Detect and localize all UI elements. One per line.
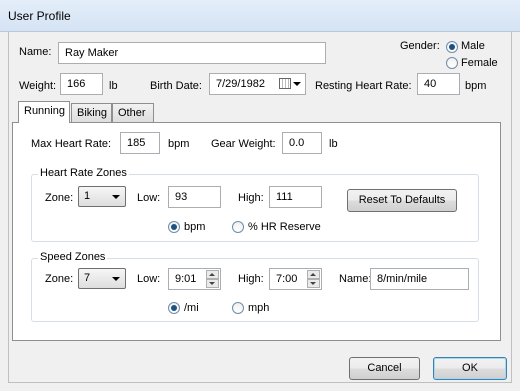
tab-biking[interactable]: Biking bbox=[71, 103, 112, 123]
heart-rate-zones-title: Heart Rate Zones bbox=[38, 167, 129, 179]
speed-unit-mph-radio[interactable] bbox=[232, 302, 244, 314]
hr-unit-reserve-radio[interactable] bbox=[232, 221, 244, 233]
gear-weight-label: Gear Weight: bbox=[211, 138, 276, 150]
gender-label: Gender: bbox=[400, 40, 440, 52]
speed-low-label: Low: bbox=[137, 273, 161, 285]
resting-hr-label: Resting Heart Rate: bbox=[315, 80, 412, 92]
weight-label: Weight: bbox=[19, 80, 57, 92]
tab-running[interactable]: Running bbox=[18, 101, 70, 123]
hr-unit-bpm-label: bpm bbox=[184, 221, 206, 233]
speed-zone-value: 7 bbox=[84, 272, 91, 284]
speed-name-field[interactable]: 8/min/mile bbox=[370, 268, 469, 290]
birth-date-picker[interactable]: 7/29/1982 bbox=[209, 73, 306, 95]
gender-male-radio[interactable] bbox=[446, 41, 458, 53]
gear-weight-field[interactable]: 0.0 bbox=[282, 132, 322, 154]
speed-high-label: High: bbox=[238, 273, 264, 285]
weight-unit: lb bbox=[109, 80, 118, 92]
speed-unit-mph-label: mph bbox=[248, 302, 270, 314]
hr-zone-label: Zone: bbox=[45, 192, 74, 204]
chevron-down-icon bbox=[112, 277, 120, 281]
speed-low-spinner[interactable] bbox=[206, 270, 219, 288]
hr-zone-value: 1 bbox=[84, 190, 91, 202]
ok-button[interactable]: OK bbox=[433, 357, 507, 380]
gender-male-label: Male bbox=[461, 40, 485, 52]
hr-high-field[interactable]: 111 bbox=[269, 186, 322, 208]
gear-weight-unit: lb bbox=[329, 138, 338, 150]
speed-low-value: 9:01 bbox=[175, 273, 197, 285]
spin-down-icon[interactable] bbox=[307, 279, 320, 288]
speed-high-value: 7:00 bbox=[276, 273, 298, 285]
speed-unit-mi-label: /mi bbox=[184, 302, 199, 314]
birth-date-label: Birth Date: bbox=[150, 80, 202, 92]
resting-hr-unit: bpm bbox=[465, 80, 487, 92]
speed-low-field[interactable]: 9:01 bbox=[168, 268, 221, 290]
resting-hr-field[interactable]: 40 bbox=[417, 73, 460, 95]
hr-high-label: High: bbox=[238, 192, 264, 204]
speed-zones-title: Speed Zones bbox=[38, 251, 108, 263]
window-title: User Profile bbox=[8, 9, 71, 23]
speed-high-field[interactable]: 7:00 bbox=[269, 268, 322, 290]
speed-zone-dropdown[interactable]: 7 bbox=[78, 268, 126, 289]
hr-low-field[interactable]: 93 bbox=[168, 186, 221, 208]
spin-up-icon[interactable] bbox=[206, 270, 219, 279]
max-hr-field[interactable]: 185 bbox=[120, 132, 160, 154]
speed-unit-mi-radio[interactable] bbox=[168, 302, 180, 314]
hr-zone-dropdown[interactable]: 1 bbox=[78, 186, 126, 207]
birth-date-value: 7/29/1982 bbox=[216, 78, 265, 90]
chevron-down-icon[interactable] bbox=[293, 82, 301, 86]
max-hr-unit: bpm bbox=[168, 138, 190, 150]
speed-high-spinner[interactable] bbox=[307, 270, 320, 288]
cancel-button[interactable]: Cancel bbox=[349, 357, 420, 380]
hr-unit-reserve-label: % HR Reserve bbox=[248, 221, 321, 233]
name-label: Name: bbox=[19, 46, 52, 58]
max-hr-label: Max Heart Rate: bbox=[31, 138, 112, 150]
speed-zone-label: Zone: bbox=[45, 273, 74, 285]
hr-low-label: Low: bbox=[137, 192, 161, 204]
reset-to-defaults-button[interactable]: Reset To Defaults bbox=[347, 189, 457, 212]
weight-field[interactable]: 166 bbox=[60, 73, 103, 95]
gender-female-label: Female bbox=[461, 57, 498, 69]
spin-down-icon[interactable] bbox=[206, 279, 219, 288]
speed-name-label: Name: bbox=[339, 273, 372, 285]
tab-other[interactable]: Other bbox=[112, 103, 154, 123]
title-bar: User Profile bbox=[0, 0, 520, 32]
spin-up-icon[interactable] bbox=[307, 270, 320, 279]
gender-female-radio[interactable] bbox=[446, 57, 458, 69]
calendar-icon[interactable] bbox=[279, 78, 291, 89]
name-field[interactable]: Ray Maker bbox=[58, 42, 326, 64]
hr-unit-bpm-radio[interactable] bbox=[168, 221, 180, 233]
chevron-down-icon bbox=[112, 195, 120, 199]
